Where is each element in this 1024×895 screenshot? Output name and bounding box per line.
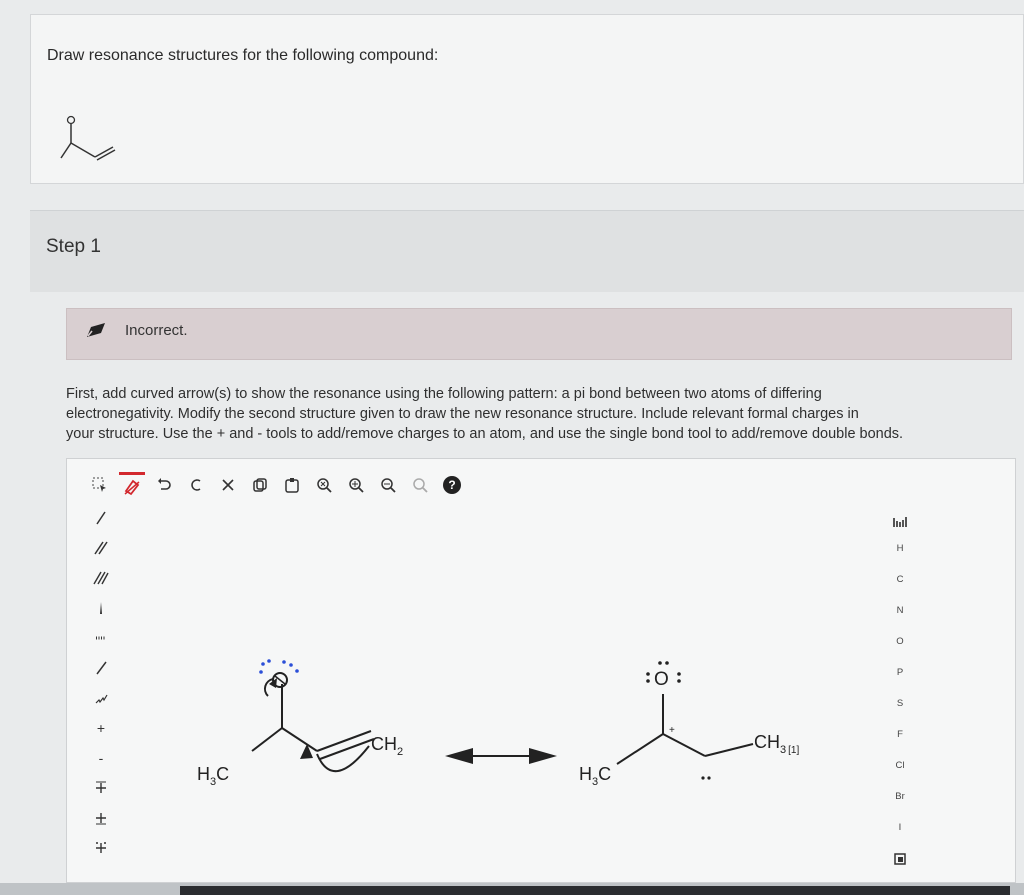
help-icon: ? bbox=[443, 476, 461, 494]
element-c[interactable]: C bbox=[885, 564, 915, 595]
bottom-bar bbox=[180, 886, 1010, 895]
editor-toolbar: ? bbox=[87, 469, 465, 501]
instructions-line-2: electronegativity. Modify the second str… bbox=[66, 406, 859, 422]
element-tools: H C N O P S F Cl Br I bbox=[885, 511, 915, 874]
single-bond-tool[interactable] bbox=[89, 503, 113, 533]
wedge-bond-tool[interactable] bbox=[89, 593, 113, 623]
pencil-icon bbox=[87, 323, 105, 337]
s1-h3c-tail: C bbox=[216, 764, 229, 784]
s1-ch2-sub: 2 bbox=[397, 746, 403, 758]
element-s[interactable]: S bbox=[885, 688, 915, 719]
zoom-in-icon[interactable] bbox=[343, 472, 369, 498]
svg-text:H3C: H3C bbox=[197, 764, 229, 788]
hash-bond-tool[interactable] bbox=[89, 623, 113, 653]
help-button[interactable]: ? bbox=[439, 472, 465, 498]
s2-oxygen: O bbox=[654, 669, 669, 690]
radical-plus-tool[interactable] bbox=[89, 773, 113, 803]
s2-plus-charge: + bbox=[669, 725, 675, 736]
structure-editor: ? + - H C N O P S F Cl Br I H3C CH2 O + … bbox=[66, 458, 1016, 883]
element-cl[interactable]: Cl bbox=[885, 750, 915, 781]
radical-minus-tool[interactable] bbox=[89, 803, 113, 833]
add-positive-charge-tool[interactable]: + bbox=[89, 713, 113, 743]
double-bond-tool[interactable] bbox=[89, 533, 113, 563]
s1-ch2-main: CH bbox=[371, 734, 397, 754]
instructions-line-1: First, add curved arrow(s) to show the r… bbox=[66, 386, 822, 402]
step-title: Step 1 bbox=[46, 236, 101, 257]
lone-pair-tool[interactable] bbox=[89, 833, 113, 863]
structure-2[interactable]: O + H3C CH3 [1] bbox=[579, 661, 799, 788]
s2-ch3-sub: 3 bbox=[780, 744, 786, 756]
svg-text:H3C: H3C bbox=[579, 764, 611, 788]
zoom-reset-icon[interactable] bbox=[407, 472, 433, 498]
structure-1[interactable]: H3C CH2 bbox=[197, 659, 403, 788]
svg-text:CH3[1]: CH3 [1] bbox=[754, 732, 799, 756]
question-card: Draw resonance structures for the follow… bbox=[30, 14, 1024, 184]
element-p[interactable]: P bbox=[885, 657, 915, 688]
select-tool-icon[interactable] bbox=[87, 472, 113, 498]
bond-tools: + - bbox=[89, 503, 113, 863]
feedback-status: Incorrect. bbox=[125, 322, 188, 339]
paste-icon[interactable] bbox=[279, 472, 305, 498]
element-f[interactable]: F bbox=[885, 719, 915, 750]
dashed-bond-tool[interactable] bbox=[89, 653, 113, 683]
clear-icon[interactable] bbox=[215, 472, 241, 498]
s2-ch3-main: CH bbox=[754, 732, 780, 752]
s2-h3c-main: H bbox=[579, 764, 592, 784]
copy-icon[interactable] bbox=[247, 472, 273, 498]
feedback-banner: Incorrect. bbox=[66, 308, 1012, 360]
drawing-canvas[interactable]: H3C CH2 O + H3C CH3 [1] bbox=[157, 644, 837, 814]
svg-text:CH2: CH2 bbox=[371, 734, 403, 758]
element-o[interactable]: O bbox=[885, 626, 915, 657]
molecule-thumbnail bbox=[60, 115, 116, 161]
element-i[interactable]: I bbox=[885, 812, 915, 843]
zoom-out-icon[interactable] bbox=[375, 472, 401, 498]
step-header[interactable]: Step 1 bbox=[30, 210, 1024, 292]
element-br[interactable]: Br bbox=[885, 781, 915, 812]
element-n[interactable]: N bbox=[885, 595, 915, 626]
triple-bond-tool[interactable] bbox=[89, 563, 113, 593]
resonance-arrow bbox=[445, 748, 557, 764]
instructions: First, add curved arrow(s) to show the r… bbox=[66, 384, 1012, 444]
periodic-table-icon[interactable] bbox=[885, 511, 915, 533]
wavy-bond-tool[interactable] bbox=[89, 683, 113, 713]
s2-marker: [1] bbox=[788, 745, 799, 756]
question-text: Draw resonance structures for the follow… bbox=[47, 47, 439, 64]
add-negative-charge-tool[interactable]: - bbox=[89, 743, 113, 773]
redo-icon[interactable] bbox=[183, 472, 209, 498]
instructions-line-3: your structure. Use the + and - tools to… bbox=[66, 426, 904, 442]
s2-h3c-tail: C bbox=[598, 764, 611, 784]
template-icon[interactable] bbox=[885, 843, 915, 874]
s1-h3c-main: H bbox=[197, 764, 210, 784]
zoom-fit-icon[interactable] bbox=[311, 472, 337, 498]
erase-tool-icon[interactable] bbox=[119, 472, 145, 498]
element-h[interactable]: H bbox=[885, 533, 915, 564]
undo-icon[interactable] bbox=[151, 472, 177, 498]
